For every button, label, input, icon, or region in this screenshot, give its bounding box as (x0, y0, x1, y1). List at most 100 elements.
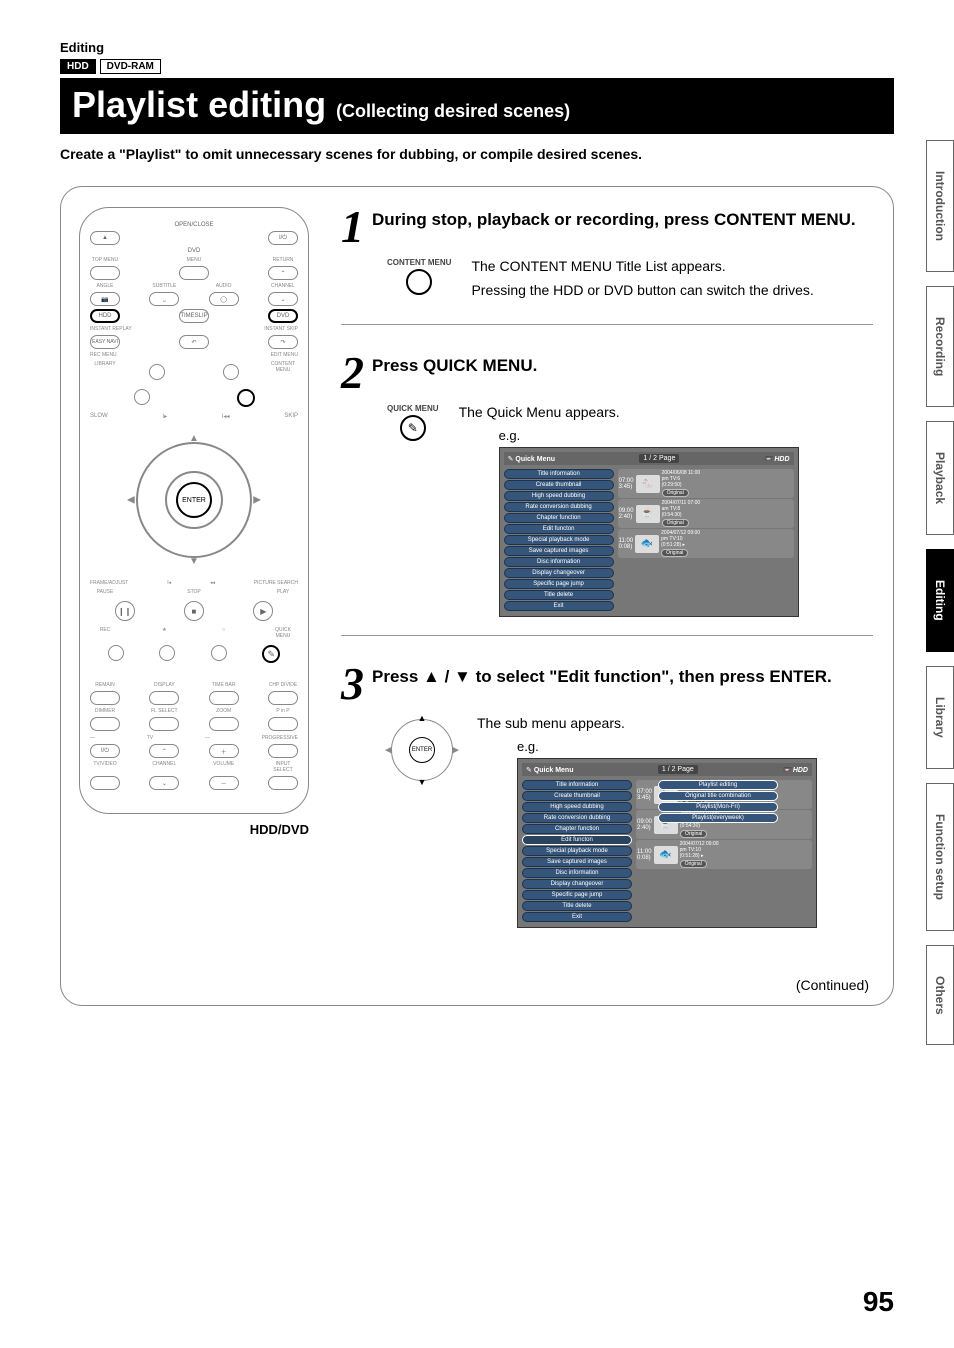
osd-quickmenu-list: Title information Create thumbnail High … (504, 468, 614, 612)
remote-channel-label: CHANNEL (268, 283, 298, 289)
remote-tvpower-button: I/⏻ (90, 744, 120, 758)
side-tabs: Introduction Recording Playback Editing … (926, 140, 954, 1045)
continued-label: (Continued) (796, 977, 869, 993)
step-1-line-1: The CONTENT MENU Title List appears. (471, 258, 813, 274)
remote-dpad-down-icon: ▼ (189, 556, 199, 567)
step-3-line-1: The sub menu appears. (477, 715, 873, 731)
osd-menu-item: Display changeover (522, 879, 632, 889)
remote-vol-down-button: － (209, 776, 239, 790)
tag-dvdram: DVD-RAM (100, 59, 161, 74)
osd-menu-item: High speed dubbing (504, 491, 614, 501)
remote-dpad: ▲ ▼ ◀ ▶ ENTER (124, 430, 264, 570)
remote-ch-up-button: ⌃ (149, 744, 179, 758)
osd-menu-item: Edit functon (504, 524, 614, 534)
remote-rec-button (108, 645, 124, 661)
osd-menu-item: Rate conversion dubbing (504, 502, 614, 512)
remote-quickmenu-label: QUICK MENU (268, 627, 298, 639)
osd-menu-item: Specific page jump (504, 579, 614, 589)
osd-submenu-item: Original title combination (658, 791, 778, 801)
remote-progressive-label: PROGRESSIVE (262, 735, 298, 741)
dpad-up-icon: ▲ (418, 713, 427, 723)
osd-page-indicator: 1 / 2 Page (658, 765, 698, 774)
page-title: Playlist editing (72, 84, 326, 126)
remote-angle-button: 📷 (90, 292, 120, 306)
remote-editmenu-label: EDIT MENU (271, 352, 298, 358)
remote-audio-button: ◯ (209, 292, 239, 306)
remote-remain-label: REMAIN (90, 682, 120, 688)
remote-chpdivide-label: CHP DIVIDE (268, 682, 298, 688)
step-3: 3 Press ▲ / ▼ to select "Edit function",… (341, 664, 873, 946)
remote-tvvideo-label: TV/VIDEO (90, 761, 120, 773)
tab-function-setup[interactable]: Function setup (926, 783, 954, 931)
remote-dpad-left-icon: ◀ (127, 495, 135, 506)
osd-menu-item: Special playback mode (504, 535, 614, 545)
remote-topmenu-label: TOP MENU (90, 257, 120, 263)
osd-menu-item: Display changeover (504, 568, 614, 578)
remote-chpdivide-button (268, 691, 298, 705)
remote-display-label: DISPLAY (149, 682, 179, 688)
osd-title-row: 11:000:08)🐟2004/07/12 09:00pm TV:10(0:51… (618, 529, 794, 558)
remote-audio-label: AUDIO (209, 283, 239, 289)
osd-submenu-item: Playlist editing (658, 780, 778, 790)
enter-button-icon: ENTER (409, 737, 435, 763)
osd-title: Quick Menu (515, 456, 555, 463)
remote-recmenu-button (149, 364, 165, 380)
remote-instant-replay-label: INSTANT REPLAY (90, 326, 132, 332)
osd-menu-item: Save captured images (504, 546, 614, 556)
osd-page-indicator: 1 / 2 Page (639, 454, 679, 463)
quick-menu-icon-label: QUICK MENU (387, 404, 439, 413)
osd-menu-item: Disc information (504, 557, 614, 567)
tab-editing[interactable]: Editing (926, 549, 954, 652)
remote-stop-button: ■ (184, 601, 204, 621)
remote-eject-button: ▲ (90, 231, 120, 245)
remote-ch-down2-button: ⌄ (149, 776, 179, 790)
step-3-title: Press ▲ / ▼ to select "Edit function", t… (372, 666, 832, 687)
remote-zoom-button (209, 717, 239, 731)
remote-tvvideo-button (90, 776, 120, 790)
remote-instant-skip-button: ↷ (268, 335, 298, 349)
osd-quickmenu-list: Title information Create thumbnail High … (522, 779, 632, 923)
remote-volume-label: VOLUME (209, 761, 239, 773)
remote-play-label: PLAY (268, 589, 298, 595)
content-menu-icon (406, 269, 432, 295)
tab-others[interactable]: Others (926, 945, 954, 1046)
remote-easynavi-button: EASY NAVI (90, 335, 120, 349)
intro-text: Create a "Playlist" to omit unnecessary … (60, 146, 894, 162)
tab-library[interactable]: Library (926, 666, 954, 769)
page-number: 95 (863, 1286, 894, 1318)
osd-menu-item: Title delete (522, 901, 632, 911)
tab-recording[interactable]: Recording (926, 286, 954, 407)
remote-enter-button: ENTER (176, 482, 212, 518)
remote-timeslip-button: TIMESLIP (179, 309, 209, 323)
media-tags: HDD DVD-RAM (60, 59, 894, 74)
remote-star-button (159, 645, 175, 661)
remote-pause-label: PAUSE (90, 589, 120, 595)
osd-menu-item: Exit (504, 601, 614, 611)
remote-contentmenu-label: CONTENT MENU (268, 361, 298, 383)
tag-hdd: HDD (60, 59, 96, 74)
remote-progressive-button (268, 744, 298, 758)
remote-slow-label: SLOW (90, 413, 108, 420)
step-3-eg-label: e.g. (517, 739, 873, 754)
step-2-title: Press QUICK MENU. (372, 355, 537, 376)
thumbnail-icon: ☕ (636, 505, 660, 523)
osd-menu-item: Title information (522, 780, 632, 790)
tab-playback[interactable]: Playback (926, 421, 954, 535)
remote-library-label: LIBRARY (90, 361, 120, 383)
remote-angle-label: ANGLE (90, 283, 120, 289)
osd-menu-item-selected: Edit functon (522, 835, 632, 845)
remote-pinp-label: P in P (268, 708, 298, 714)
remote-tv-label: TV (147, 735, 153, 741)
osd-menu-item: Chapter function (504, 513, 614, 523)
tab-introduction[interactable]: Introduction (926, 140, 954, 272)
osd-quickmenu-screenshot: ✎ Quick Menu 1 / 2 Page 📼 HDD Title info… (499, 447, 799, 617)
remote-stop-label: STOP (179, 589, 209, 595)
remote-instant-skip-label: INSTANT SKIP (264, 326, 298, 332)
step-3-number: 3 (341, 664, 364, 703)
remote-vol-up-button: ＋ (209, 744, 239, 758)
remote-dpad-right-icon: ▶ (253, 495, 261, 506)
remote-menu-label: MENU (179, 257, 209, 263)
content-menu-icon-label: CONTENT MENU (387, 258, 451, 267)
remote-dvd-button: DVD (268, 309, 298, 323)
dpad-left-icon: ◀ (385, 745, 392, 756)
